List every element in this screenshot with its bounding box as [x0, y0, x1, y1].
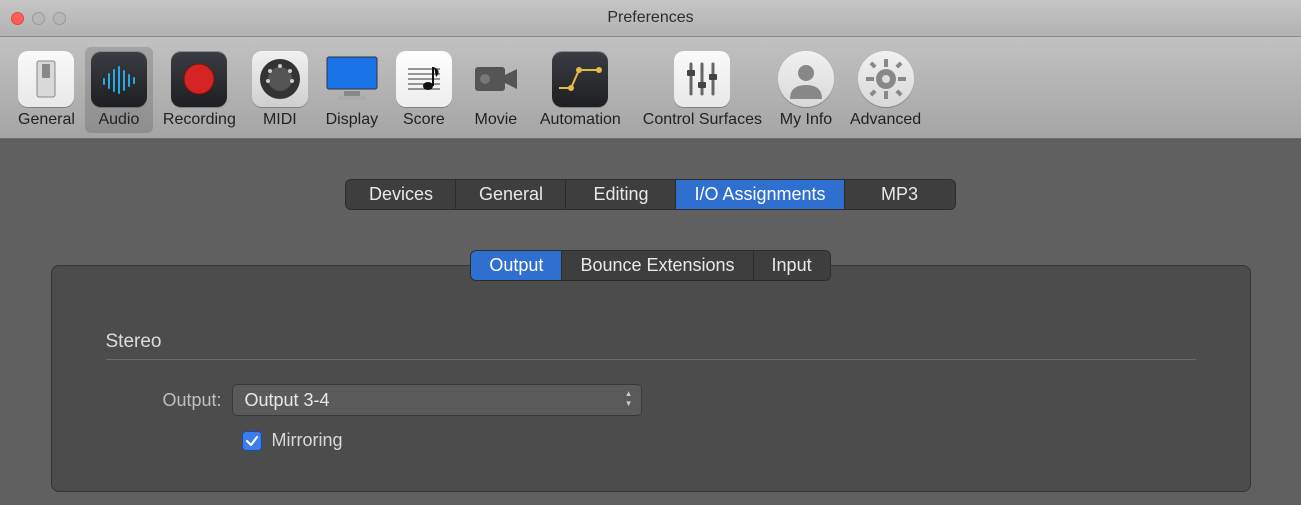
toolbar-label: Display [326, 111, 378, 129]
close-window-button[interactable] [11, 12, 24, 25]
control-surfaces-icon [674, 51, 730, 107]
toolbar-item-recording[interactable]: Recording [157, 47, 242, 133]
window-title: Preferences [0, 9, 1301, 27]
toolbar-item-advanced[interactable]: Advanced [844, 47, 927, 133]
toolbar-label: My Info [780, 111, 832, 129]
movie-icon [468, 51, 524, 107]
section-title-stereo: Stereo [106, 331, 1196, 360]
toolbar-label: Control Surfaces [643, 111, 762, 129]
midi-icon [252, 51, 308, 107]
score-icon [396, 51, 452, 107]
toolbar-item-general[interactable]: General [12, 47, 81, 133]
checkmark-icon [245, 434, 259, 448]
toolbar-label: Audio [98, 111, 139, 129]
select-chevrons-icon: ▲▼ [625, 389, 633, 409]
subtab-bounce-extensions[interactable]: Bounce Extensions [562, 251, 753, 280]
tab-mp3[interactable]: MP3 [845, 180, 955, 209]
display-icon [324, 51, 380, 107]
toolbar-label: Advanced [850, 111, 921, 129]
toolbar-item-score[interactable]: Score [390, 47, 458, 133]
toolbar-item-automation[interactable]: Automation [534, 47, 627, 133]
mirroring-row: Mirroring [106, 430, 1196, 451]
io-subtabs: Output Bounce Extensions Input [470, 250, 830, 281]
tab-devices[interactable]: Devices [346, 180, 456, 209]
output-select-value: Output 3-4 [245, 390, 330, 411]
toolbar-item-control-surfaces[interactable]: Control Surfaces [637, 47, 768, 133]
toolbar-item-audio[interactable]: Audio [85, 47, 153, 133]
mirroring-checkbox[interactable] [242, 431, 262, 451]
zoom-window-button[interactable] [53, 12, 66, 25]
output-label: Output: [106, 390, 232, 411]
gear-icon [858, 51, 914, 107]
io-assignments-panel: Output Bounce Extensions Input Stereo Ou… [51, 265, 1251, 492]
tab-general[interactable]: General [456, 180, 566, 209]
toolbar-item-my-info[interactable]: My Info [772, 47, 840, 133]
toolbar-item-display[interactable]: Display [318, 47, 386, 133]
toolbar-item-midi[interactable]: MIDI [246, 47, 314, 133]
general-icon [18, 51, 74, 107]
output-select[interactable]: Output 3-4 ▲▼ [232, 384, 642, 416]
toolbar-label: Movie [475, 111, 518, 129]
content-area: Devices General Editing I/O Assignments … [0, 139, 1301, 492]
window-controls [0, 12, 66, 25]
minimize-window-button[interactable] [32, 12, 45, 25]
tab-editing[interactable]: Editing [566, 180, 676, 209]
toolbar-label: MIDI [263, 111, 297, 129]
window-titlebar: Preferences [0, 0, 1301, 37]
person-icon [778, 51, 834, 107]
toolbar-label: Automation [540, 111, 621, 129]
mirroring-label: Mirroring [272, 430, 343, 451]
toolbar-label: General [18, 111, 75, 129]
preferences-toolbar: General Audio Recording MIDI [0, 37, 1301, 139]
toolbar-item-movie[interactable]: Movie [462, 47, 530, 133]
record-icon [171, 51, 227, 107]
audio-tabs: Devices General Editing I/O Assignments … [345, 179, 955, 210]
output-row: Output: Output 3-4 ▲▼ [106, 384, 1196, 416]
automation-icon [552, 51, 608, 107]
audio-icon [91, 51, 147, 107]
subtab-input[interactable]: Input [754, 251, 830, 280]
subtab-output[interactable]: Output [471, 251, 562, 280]
toolbar-label: Score [403, 111, 445, 129]
toolbar-label: Recording [163, 111, 236, 129]
tab-io-assignments[interactable]: I/O Assignments [676, 180, 844, 209]
